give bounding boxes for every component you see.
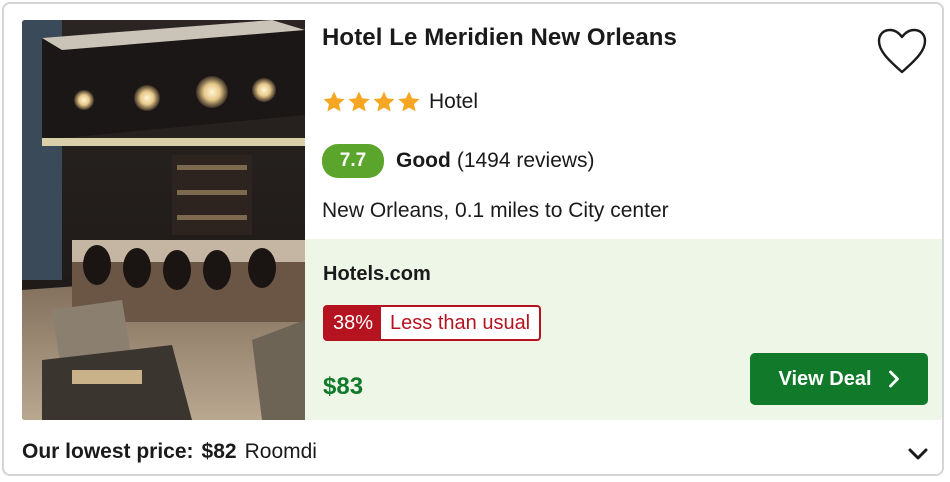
- lowest-price-row[interactable]: Our lowest price: $82 Roomdi: [22, 440, 317, 464]
- hotel-result-card[interactable]: Hotel Le Meridien New Orleans Hotel 7.7 …: [2, 2, 944, 476]
- chevron-down-icon[interactable]: [906, 444, 930, 464]
- review-summary[interactable]: 7.7 Good (1494 reviews): [322, 144, 595, 178]
- lowest-price-label: Our lowest price:: [22, 440, 194, 463]
- lowest-price-provider: Roomdi: [244, 440, 317, 463]
- star-icon: [348, 91, 370, 112]
- star-rating: Hotel: [322, 90, 478, 114]
- chevron-right-icon: [888, 370, 899, 388]
- deal-provider: Hotels.com: [323, 263, 431, 285]
- favorite-heart-icon[interactable]: [876, 28, 928, 76]
- score-word: Good: [396, 149, 451, 172]
- discount-percent: 38%: [325, 307, 382, 339]
- hotel-name[interactable]: Hotel Le Meridien New Orleans: [322, 24, 677, 52]
- discount-badge: 38% Less than usual: [323, 305, 542, 341]
- view-deal-button[interactable]: View Deal: [750, 353, 928, 405]
- star-icon: [398, 91, 420, 112]
- discount-text: Less than usual: [390, 312, 531, 334]
- deal-panel[interactable]: Hotels.com 38% Less than usual $83 View …: [305, 239, 942, 420]
- star-icon: [323, 91, 345, 112]
- hotel-lobby-image: [22, 20, 305, 420]
- score-badge: 7.7: [322, 144, 384, 178]
- star-icon: [373, 91, 395, 112]
- view-deal-label: View Deal: [778, 367, 872, 390]
- property-type: Hotel: [429, 90, 479, 113]
- hotel-location: New Orleans, 0.1 miles to City center: [322, 199, 669, 222]
- deal-price: $83: [323, 373, 364, 400]
- review-count: (1494 reviews): [456, 149, 595, 172]
- hotel-photo[interactable]: [22, 20, 305, 420]
- lowest-price-amount: $82: [201, 440, 237, 463]
